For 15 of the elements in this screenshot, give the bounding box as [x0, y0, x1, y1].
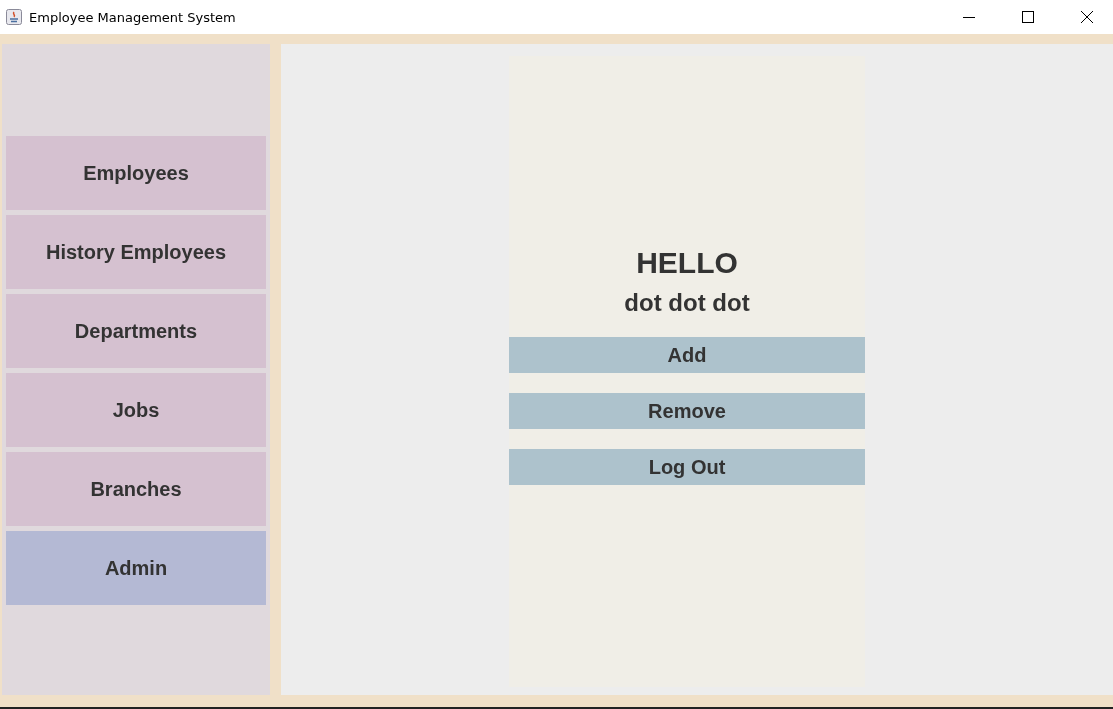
app-icon: [6, 9, 22, 25]
greeting-heading: HELLO: [635, 246, 739, 280]
sidebar-item[interactable]: Employees: [6, 136, 266, 210]
sidebar-item[interactable]: History Employees: [6, 215, 266, 289]
sidebar-item[interactable]: Branches: [6, 452, 266, 526]
sidebar-item[interactable]: Jobs: [6, 373, 266, 447]
greeting-subheading: dot dot dot: [623, 289, 751, 317]
sidebar-item[interactable]: Departments: [6, 294, 266, 368]
action-button[interactable]: Log Out: [509, 449, 865, 485]
sidebar-item[interactable]: Admin: [6, 531, 266, 605]
maximize-icon[interactable]: [1022, 11, 1034, 23]
window-title: Employee Management System: [29, 9, 236, 25]
action-button[interactable]: Remove: [509, 393, 865, 429]
close-icon[interactable]: [1081, 11, 1093, 23]
action-button[interactable]: Add: [509, 337, 865, 373]
